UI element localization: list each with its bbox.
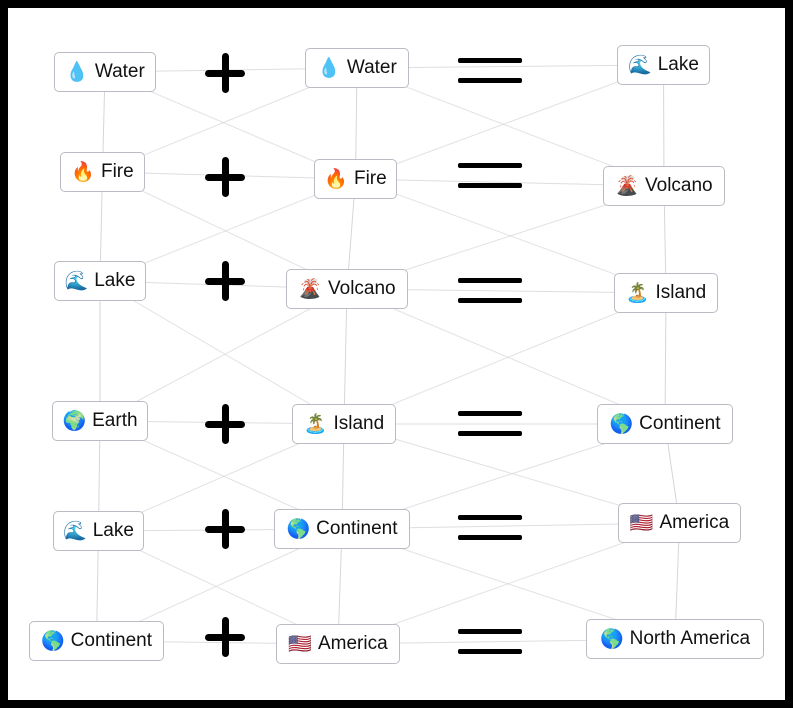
first-element-4[interactable]: 🌍 Earth bbox=[52, 401, 148, 441]
equals-icon bbox=[458, 411, 522, 437]
element-label: Volcano bbox=[328, 278, 396, 299]
island-emoji-icon: 🏝️ bbox=[625, 283, 650, 304]
volcano-emoji-icon: 🌋 bbox=[615, 176, 640, 197]
equals-icon bbox=[458, 629, 522, 655]
plus-icon bbox=[205, 157, 245, 197]
element-label: Continent bbox=[316, 518, 398, 539]
element-label: Island bbox=[333, 413, 385, 434]
water-emoji-icon: 💧 bbox=[65, 62, 89, 83]
first-element-2[interactable]: 🔥 Fire bbox=[60, 152, 145, 192]
result-element-5[interactable]: 🇺🇸 America bbox=[618, 503, 741, 543]
plus-icon bbox=[205, 509, 245, 549]
continent-emoji-icon: 🌎 bbox=[609, 414, 634, 435]
volcano-emoji-icon: 🌋 bbox=[298, 279, 323, 300]
lake-emoji-icon: 🌊 bbox=[64, 271, 89, 292]
continent-emoji-icon: 🌎 bbox=[40, 631, 65, 652]
second-element-3[interactable]: 🌋 Volcano bbox=[286, 269, 408, 309]
element-label: Continent bbox=[70, 630, 152, 651]
plus-icon bbox=[205, 404, 245, 444]
element-label: Lake bbox=[657, 54, 699, 75]
element-label: Fire bbox=[353, 168, 387, 189]
first-element-6[interactable]: 🌎 Continent bbox=[29, 621, 164, 661]
plus-icon bbox=[205, 261, 245, 301]
lake-emoji-icon: 🌊 bbox=[628, 55, 652, 76]
craft-canvas[interactable]: 💧 Water 💧 Water 🌊 Lake 🔥 Fire 🔥 Fire 🌋 Volcano 🌊 Lake… bbox=[8, 8, 785, 700]
element-label: America bbox=[659, 512, 730, 533]
result-element-4[interactable]: 🌎 Continent bbox=[597, 404, 733, 444]
element-label: Fire bbox=[100, 161, 134, 182]
fire-emoji-icon: 🔥 bbox=[324, 169, 348, 190]
element-label: Continent bbox=[639, 413, 721, 434]
america-emoji-icon: 🇺🇸 bbox=[288, 634, 312, 655]
equals-icon bbox=[458, 58, 522, 84]
second-element-2[interactable]: 🔥 Fire bbox=[314, 159, 397, 199]
equals-icon bbox=[458, 515, 522, 541]
first-element-5[interactable]: 🌊 Lake bbox=[53, 511, 144, 551]
water-emoji-icon: 💧 bbox=[317, 58, 341, 79]
result-element-2[interactable]: 🌋 Volcano bbox=[603, 166, 725, 206]
element-label: America bbox=[317, 633, 388, 654]
element-label: Lake bbox=[92, 520, 134, 541]
first-element-3[interactable]: 🌊 Lake bbox=[54, 261, 146, 301]
second-element-6[interactable]: 🇺🇸 America bbox=[276, 624, 400, 664]
result-element-3[interactable]: 🏝️ Island bbox=[614, 273, 718, 313]
element-label: Earth bbox=[92, 410, 138, 431]
island-emoji-icon: 🏝️ bbox=[303, 414, 328, 435]
plus-icon bbox=[205, 617, 245, 657]
element-label: Island bbox=[655, 282, 707, 303]
element-label: Lake bbox=[94, 270, 136, 291]
second-element-4[interactable]: 🏝️ Island bbox=[292, 404, 396, 444]
equals-icon bbox=[458, 163, 522, 189]
result-element-1[interactable]: 🌊 Lake bbox=[617, 45, 710, 85]
second-element-1[interactable]: 💧 Water bbox=[305, 48, 409, 88]
connection-lines bbox=[96, 64, 680, 645]
plus-icon bbox=[205, 53, 245, 93]
element-label: Water bbox=[94, 61, 145, 82]
fire-emoji-icon: 🔥 bbox=[71, 162, 95, 183]
element-label: Volcano bbox=[645, 175, 713, 196]
north-america-emoji-icon: 🌎 bbox=[599, 629, 624, 650]
continent-emoji-icon: 🌎 bbox=[286, 519, 311, 540]
second-element-5[interactable]: 🌎 Continent bbox=[274, 509, 410, 549]
earth-emoji-icon: 🌍 bbox=[62, 411, 87, 432]
america-emoji-icon: 🇺🇸 bbox=[629, 513, 654, 534]
lake-emoji-icon: 🌊 bbox=[63, 521, 87, 542]
first-element-1[interactable]: 💧 Water bbox=[54, 52, 156, 92]
result-element-6[interactable]: 🌎 North America bbox=[586, 619, 764, 659]
equals-icon bbox=[458, 278, 522, 304]
element-label: North America bbox=[629, 628, 751, 649]
element-label: Water bbox=[346, 57, 397, 78]
